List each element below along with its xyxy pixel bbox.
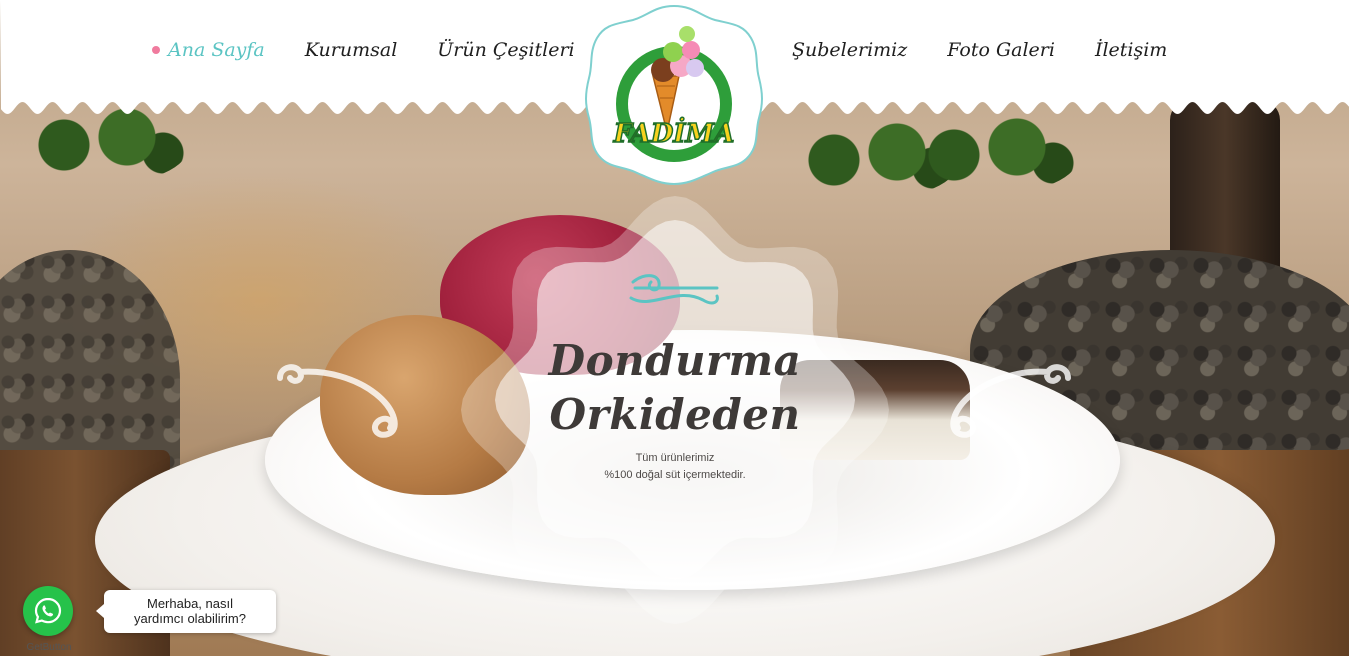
hero-title-line2: Orkideden [549, 390, 801, 439]
nav-item-urun-cesitleri[interactable]: Ürün Çeşitleri [437, 39, 574, 61]
nav-item-kurumsal[interactable]: Kurumsal [305, 39, 398, 61]
getbutton-label[interactable]: GetButton [14, 642, 84, 653]
logo-wordmark: FADİMA [613, 117, 735, 149]
hero-text: Dondurma Orkideden Tüm ürünlerimiz %100 … [455, 190, 895, 630]
whatsapp-icon [34, 597, 62, 624]
fadima-logo[interactable]: FADİMA [583, 4, 765, 186]
nav-item-label: Şubelerimiz [792, 39, 908, 61]
main-nav-right: Şubelerimiz Foto Galeri İletişim [792, 34, 1167, 66]
hero-subtitle-line2: %100 doğal süt içermektedir. [604, 469, 746, 481]
nav-item-subelerimiz[interactable]: Şubelerimiz [792, 39, 907, 61]
whatsapp-greeting-bubble[interactable]: Merhaba, nasıl yardımcı olabilirim? [96, 590, 276, 633]
greeting-line1: Merhaba, nasıl [147, 596, 233, 611]
main-nav-left: Ana Sayfa Kurumsal Ürün Çeşitleri [152, 34, 575, 66]
whatsapp-button[interactable] [23, 586, 73, 636]
nav-item-iletisim[interactable]: İletişim [1095, 39, 1167, 61]
nav-item-label: İletişim [1094, 39, 1168, 61]
logo-emblem: FADİMA [585, 4, 763, 186]
nav-item-ana-sayfa[interactable]: Ana Sayfa [152, 39, 265, 61]
right-swirl-ornament [950, 364, 1071, 438]
hero-subtitle-line1: Tüm ürünlerimiz [635, 452, 715, 464]
greeting-line2: yardımcı olabilirim? [134, 611, 246, 626]
nav-item-label: Foto Galeri [947, 39, 1055, 61]
hero-title-line1: Dondurma [548, 336, 802, 385]
active-dot-icon [152, 46, 160, 54]
nav-item-label: Ürün Çeşitleri [437, 39, 575, 61]
left-swirl-ornament [277, 364, 398, 438]
nav-item-foto-galeri[interactable]: Foto Galeri [947, 39, 1055, 61]
plant-leaves [900, 115, 1080, 195]
nav-item-label: Ana Sayfa [168, 39, 265, 61]
nav-item-label: Kurumsal [304, 39, 398, 61]
